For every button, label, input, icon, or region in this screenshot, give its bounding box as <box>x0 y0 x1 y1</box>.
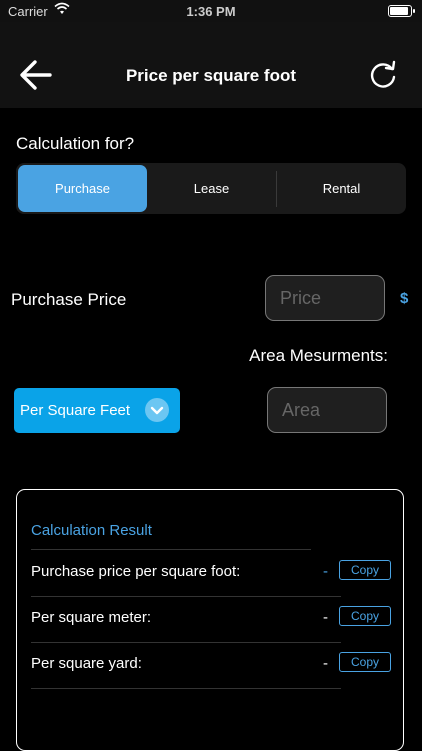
result-value: - <box>323 563 328 580</box>
price-input[interactable] <box>265 275 385 321</box>
result-value: - <box>323 609 328 626</box>
result-row-per-square-yard: Per square yard: - Copy <box>31 643 391 689</box>
segment-purchase[interactable]: Purchase <box>18 165 147 212</box>
result-title: Calculation Result <box>31 522 152 539</box>
page-title: Price per square foot <box>125 66 297 85</box>
status-bar: Carrier 1:36 PM <box>0 0 422 22</box>
copy-button[interactable]: Copy <box>339 606 391 626</box>
segment-lease[interactable]: Lease <box>147 165 276 212</box>
purchase-price-label: Purchase Price <box>11 290 127 309</box>
area-unit-dropdown[interactable]: Per Square Feet <box>14 388 180 433</box>
copy-button[interactable]: Copy <box>339 560 391 580</box>
refresh-icon[interactable] <box>366 58 400 92</box>
result-row-per-square-foot: Purchase price per square foot: - Copy <box>31 551 391 597</box>
result-label: Per square meter: <box>31 609 152 626</box>
navigation-bar: Price per square foot <box>0 22 422 108</box>
segment-rental[interactable]: Rental <box>277 165 406 212</box>
copy-button[interactable]: Copy <box>339 652 391 672</box>
status-time: 1:36 PM <box>186 4 236 19</box>
battery-icon <box>388 5 415 17</box>
result-label: Per square yard: <box>31 655 142 672</box>
area-measurements-label: Area Mesurments: <box>249 346 388 365</box>
chevron-down-icon <box>145 398 169 422</box>
divider <box>31 688 341 689</box>
result-value: - <box>323 655 328 672</box>
divider <box>31 549 311 550</box>
calculation-for-label: Calculation for? <box>16 134 135 153</box>
area-input[interactable] <box>267 387 387 433</box>
result-row-per-square-meter: Per square meter: - Copy <box>31 597 391 643</box>
calculation-type-segmented-control: Purchase Lease Rental <box>16 163 406 214</box>
currency-label: $ <box>400 290 409 307</box>
area-unit-selected: Per Square Feet <box>20 402 131 419</box>
result-label: Purchase price per square foot: <box>31 563 241 580</box>
calculation-result-card: Calculation Result Purchase price per sq… <box>16 489 404 751</box>
